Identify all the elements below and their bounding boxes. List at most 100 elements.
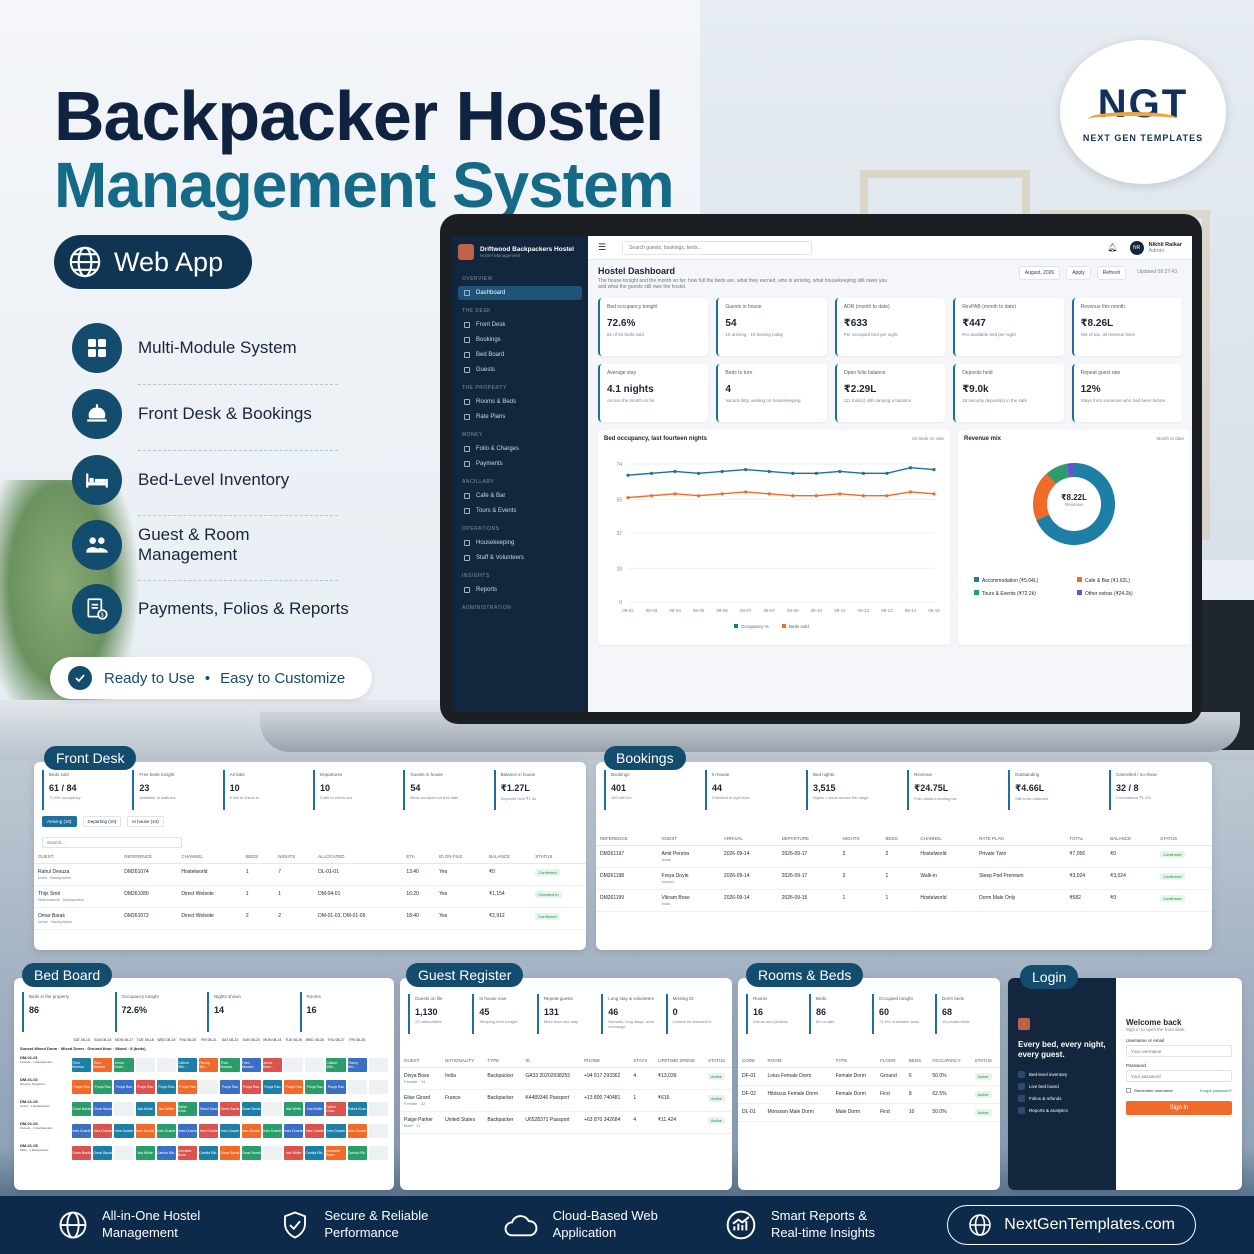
data-point[interactable] [932,492,936,496]
bed-cell[interactable]: Ines Duarte [220,1124,240,1138]
bed-cell[interactable]: Callum Whi... [178,1058,198,1072]
refresh-button[interactable]: Refresh [1096,266,1127,280]
website-link[interactable]: NextGenTemplates.com [947,1205,1196,1245]
table-row[interactable]: Divya Bose Female · 24 India Backpacker GA33… [400,1067,732,1090]
bed-cell[interactable]: Isla White [284,1102,304,1116]
data-point[interactable] [885,494,889,498]
bed-cell[interactable]: Camila Rib.. [305,1146,325,1160]
bed-cell[interactable] [368,1080,388,1094]
table-row[interactable]: Paige Parker Male · 27 United States Backpa… [400,1111,732,1134]
bed-cell[interactable] [135,1058,155,1072]
bed-cell[interactable]: Ines Duarte [305,1124,325,1138]
data-point[interactable] [791,471,795,475]
bed-cell[interactable] [114,1102,134,1116]
bed-cell[interactable]: Pooja Rao [135,1080,155,1094]
bed-cell[interactable]: Isla White [156,1102,176,1116]
sidebar-item-housekeeping[interactable]: Housekeeping [458,536,582,550]
bed-cell[interactable]: Rahul Khan [199,1102,219,1116]
bed-cell[interactable]: Pooja Rao [156,1080,176,1094]
data-point[interactable] [673,492,677,496]
bed-cell[interactable]: Ines Duarte [326,1124,346,1138]
bed-cell[interactable] [262,1146,282,1160]
username-input[interactable] [1126,1045,1232,1057]
bed-cell[interactable]: Omar Barak [241,1102,261,1116]
bed-cell[interactable]: Isla White [135,1146,155,1160]
table-row[interactable]: DF-02 Hibiscus Female Dorm Female Dorm Firs… [738,1085,1000,1104]
data-point[interactable] [885,471,889,475]
bed-cell[interactable]: Pooja Rao [262,1080,282,1094]
bed-cell[interactable]: Carmela Bose [326,1146,346,1160]
sidebar-item-reports[interactable]: Reports [458,583,582,597]
table-row[interactable]: DM261199 Vikram Bose India 2026-09-14 2026-0… [596,889,1212,912]
bed-cell[interactable]: Omar Barak [220,1102,240,1116]
bed-cell[interactable]: Ines Duarte [241,1124,261,1138]
bed-cell[interactable]: Rahul Chat.. [178,1102,198,1116]
month-picker[interactable]: August, 2026 [1018,266,1061,280]
tab-1[interactable]: Departing (10) [82,816,122,827]
data-point[interactable] [626,473,630,477]
bed-cell[interactable]: Fitzroy Wri... [347,1058,367,1072]
bed-cell[interactable]: Ines Duarte [114,1124,134,1138]
bed-cell[interactable]: Omar Barak [93,1146,113,1160]
sign-in-button[interactable]: Sign In [1126,1101,1232,1115]
bed-cell[interactable]: Pooja Rao [241,1080,261,1094]
donut-slice[interactable] [1033,473,1057,521]
bed-cell[interactable]: Ines Duarte [93,1124,113,1138]
bed-cell[interactable]: Camila Rib.. [156,1146,176,1160]
bed-cell[interactable] [368,1058,388,1072]
forgot-password-link[interactable]: Forgot password? [1200,1088,1232,1093]
bed-cell[interactable] [305,1058,325,1072]
bed-cell[interactable]: Pooja Rao [72,1080,92,1094]
bed-cell[interactable] [199,1080,219,1094]
bed-cell[interactable]: Camila Rib.. [347,1146,367,1160]
bed-cell[interactable]: Pooja Rao [114,1080,134,1094]
data-point[interactable] [697,471,701,475]
bed-cell[interactable]: Theo Moreau [93,1058,113,1072]
bed-cell[interactable]: Ines Duarte [347,1124,367,1138]
sidebar-item-front-desk[interactable]: Front Desk [458,318,582,332]
table-row[interactable]: DF-01 Lotus Female Dorm Female Dorm Ground 6… [738,1067,1000,1086]
table-row[interactable]: Omar Barak Israel · Backpacker DM261072 Dir… [34,907,586,930]
bed-cell[interactable]: Pooja Rao [326,1080,346,1094]
bed-cell[interactable]: Isla White [284,1146,304,1160]
sidebar-item-guests[interactable]: Guests [458,363,582,377]
sidebar-item-rate-plans[interactable]: Rate Plans [458,410,582,424]
data-point[interactable] [861,471,865,475]
sidebar-item-bed-board[interactable]: Bed Board [458,348,582,362]
data-point[interactable] [720,469,724,474]
bed-cell[interactable]: Ines Duarte [156,1124,176,1138]
bed-cell[interactable]: Omar Barak [220,1146,240,1160]
data-point[interactable] [908,490,913,494]
bed-cell[interactable]: Jenna Dave... [114,1058,134,1072]
sidebar-item-payments[interactable]: Payments [458,457,582,471]
data-point[interactable] [767,469,771,474]
data-point[interactable] [720,492,724,496]
data-point[interactable] [838,492,842,496]
tab-0[interactable]: Arriving (10) [42,816,77,827]
bell-icon[interactable]: 🔔︎ [1108,243,1118,252]
bed-cell[interactable]: Theo Moreau [220,1058,240,1072]
apply-button[interactable]: Apply [1066,266,1091,280]
bed-cell[interactable] [114,1146,134,1160]
bed-cell[interactable]: Pooja Rao [220,1080,240,1094]
table-row[interactable]: DM261197 Amit Pereira Israel 2026-09-14 2026… [596,845,1212,868]
bed-cell[interactable]: Rahul Khan [347,1102,367,1116]
data-point[interactable] [861,494,865,498]
data-point[interactable] [791,494,795,498]
bed-cell[interactable] [368,1146,388,1160]
bed-cell[interactable]: Callum Whi... [326,1058,346,1072]
table-row[interactable]: Elise Girard Female · 32 France Backpacker K… [400,1089,732,1112]
bed-cell[interactable]: Pooja Rao [284,1080,304,1094]
data-point[interactable] [744,467,748,472]
bed-cell[interactable]: Isla White [305,1102,325,1116]
sidebar-item-folio-charges[interactable]: Folio & Charges [458,442,582,456]
bed-cell[interactable]: Omar Barak [241,1146,261,1160]
data-point[interactable] [697,494,701,498]
bed-cell[interactable]: Ines Duarte [135,1124,155,1138]
data-point[interactable] [932,467,936,472]
bed-cell[interactable]: Pooja Rao [178,1080,198,1094]
data-point[interactable] [838,469,842,474]
bed-cell[interactable]: Theo Moreau [241,1058,261,1072]
search-input[interactable] [622,240,813,255]
data-point[interactable] [744,490,748,494]
